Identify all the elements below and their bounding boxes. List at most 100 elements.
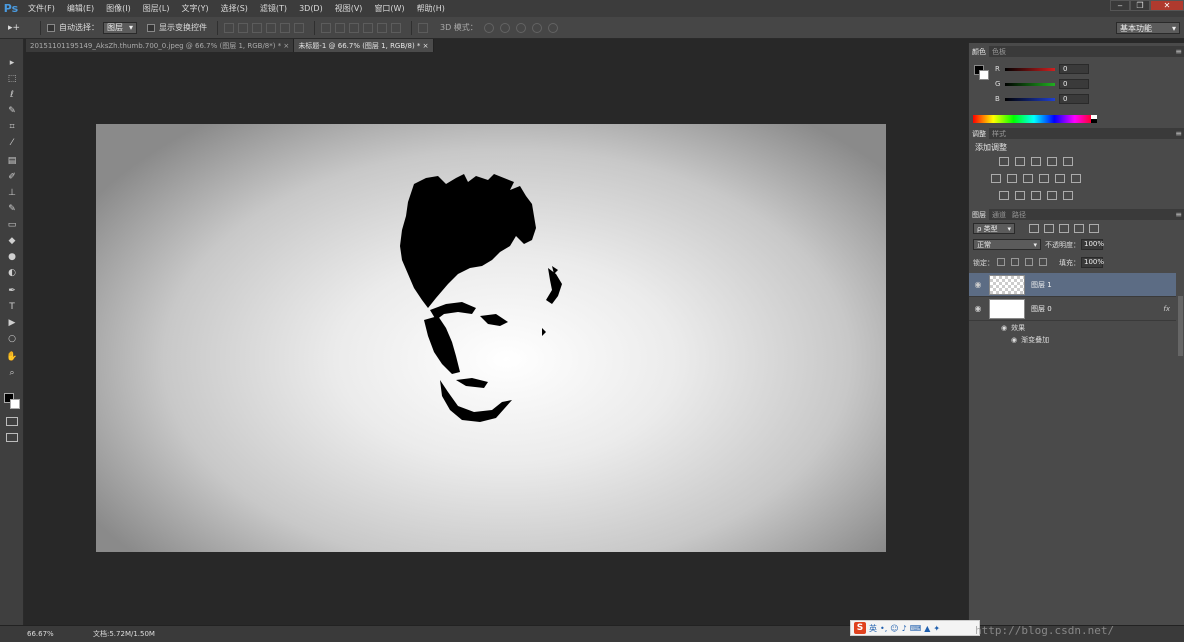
posterize-icon[interactable] [1015,191,1025,200]
distribute-right-icon[interactable] [391,22,402,33]
lock-transparent-icon[interactable] [997,258,1005,266]
channel-mixer-icon[interactable] [1055,174,1065,183]
minimize-button[interactable]: ‒ [1110,0,1130,11]
color-lookup-icon[interactable] [1071,174,1081,183]
menu-window[interactable]: 窗口(W) [368,3,410,14]
distribute-vcenter-icon[interactable] [335,22,346,33]
drag-3d-icon[interactable] [515,22,526,33]
panel-menu-icon[interactable]: ≡ [1175,210,1182,219]
pen-tool-icon[interactable]: ✒ [5,285,19,297]
move-tool-icon[interactable]: ▸ [5,57,19,69]
menu-3d[interactable]: 3D(D) [293,4,329,13]
align-vcenter-icon[interactable] [238,22,249,33]
brush-tool-icon[interactable]: ✐ [5,171,19,183]
auto-select-dropdown[interactable]: 图层 ▾ [103,21,138,34]
green-slider[interactable] [1005,82,1055,86]
color-spectrum-bar[interactable] [973,115,1095,123]
menu-select[interactable]: 选择(S) [215,3,254,14]
lock-all-icon[interactable] [1039,258,1047,266]
slide-3d-icon[interactable] [531,22,542,33]
clone-stamp-tool-icon[interactable]: ⊥ [5,187,19,199]
align-top-icon[interactable] [224,22,235,33]
path-select-tool-icon[interactable]: ▶ [5,317,19,329]
menu-layer[interactable]: 图层(L) [137,3,176,14]
hand-tool-icon[interactable]: ✋ [5,351,19,363]
workspace-switcher[interactable]: 基本功能 ▾ [1116,22,1180,34]
black-white-icon[interactable] [1023,174,1033,183]
background-color-swatch[interactable] [10,399,20,409]
distribute-hcenter-icon[interactable] [377,22,388,33]
ellipse-tool-icon[interactable]: ○ [5,333,19,345]
auto-align-icon[interactable] [418,22,429,33]
distribute-top-icon[interactable] [321,22,332,33]
blur-tool-icon[interactable]: ● [5,251,19,263]
filter-pixel-icon[interactable] [1029,224,1039,233]
hue-saturation-icon[interactable] [991,174,1001,183]
sogou-logo-icon[interactable]: S [854,622,866,634]
roll-3d-icon[interactable] [499,22,510,33]
layer-filter-dropdown[interactable]: ρ 类型 ▾ [973,223,1015,234]
invert-icon[interactable] [999,191,1009,200]
opacity-input[interactable]: 100% [1081,239,1104,250]
healing-brush-tool-icon[interactable]: ▤ [5,155,19,167]
vibrance-icon[interactable] [1063,157,1073,166]
filter-shape-icon[interactable] [1074,224,1084,233]
tab-styles[interactable]: 样式 [989,128,1009,139]
photo-filter-icon[interactable] [1039,174,1049,183]
dodge-tool-icon[interactable]: ◐ [5,267,19,279]
color-balance-icon[interactable] [1007,174,1017,183]
visibility-eye-icon[interactable]: ◉ [969,280,987,289]
zoom-tool-icon[interactable]: ⌕ [5,367,19,379]
exposure-icon[interactable] [1047,157,1057,166]
selective-color-icon[interactable] [1063,191,1073,200]
keyboard-icon[interactable]: ⌨ [910,624,922,633]
eye-icon[interactable]: ◉ [1011,336,1017,344]
ime-language-toggle[interactable]: 英 [869,623,877,634]
blue-value-input[interactable]: 0 [1059,94,1089,104]
layer-row-layer-1[interactable]: ◉ 图层 1 [969,273,1176,297]
eraser-tool-icon[interactable]: ▭ [5,219,19,231]
quick-mask-icon[interactable] [6,417,18,426]
history-brush-tool-icon[interactable]: ✎ [5,203,19,215]
menu-edit[interactable]: 编辑(E) [61,3,100,14]
eyedropper-tool-icon[interactable]: ⁄ [5,137,19,149]
tab-swatches[interactable]: 色板 [989,46,1009,57]
effects-row[interactable]: ◉ 效果 [1001,323,1025,333]
tab-document-2[interactable]: 未标题-1 @ 66.7% (图层 1, RGB/8) * × [294,39,434,52]
curves-icon[interactable] [1031,157,1041,166]
green-value-input[interactable]: 0 [1059,79,1089,89]
blue-slider[interactable] [1005,97,1055,101]
screen-mode-icon[interactable] [6,433,18,442]
layer-row-layer-0[interactable]: ◉ 图层 0 fx [969,297,1176,321]
panel-background-swatch[interactable] [979,70,989,80]
menu-view[interactable]: 视图(V) [329,3,369,14]
tool-preset-picker[interactable]: ▸+ [8,21,34,35]
brightness-icon[interactable] [999,157,1009,166]
menu-file[interactable]: 文件(F) [22,3,61,14]
menu-image[interactable]: 图像(I) [100,3,137,14]
emoji-icon[interactable]: ☺ [890,624,898,633]
align-left-icon[interactable] [266,22,277,33]
skin-icon[interactable]: ▲ [924,624,930,633]
red-slider[interactable] [1005,67,1055,71]
quick-select-tool-icon[interactable]: ✎ [5,105,19,117]
tab-channels[interactable]: 通道 [989,209,1009,220]
menu-filter[interactable]: 滤镜(T) [254,3,293,14]
menu-type[interactable]: 文字(Y) [175,3,214,14]
distribute-left-icon[interactable] [363,22,374,33]
gradient-overlay-row[interactable]: ◉ 渐变叠加 [1011,335,1049,345]
filter-type-icon[interactable] [1059,224,1069,233]
paint-bucket-tool-icon[interactable]: ◆ [5,235,19,247]
auto-select-checkbox[interactable] [47,23,55,32]
close-button[interactable]: ✕ [1150,0,1184,11]
tab-color[interactable]: 颜色 [969,46,989,57]
tab-paths[interactable]: 路径 [1009,209,1029,220]
threshold-icon[interactable] [1031,191,1041,200]
voice-icon[interactable]: ♪ [902,624,907,633]
layers-scrollbar[interactable] [1178,296,1183,356]
lock-image-icon[interactable] [1011,258,1019,266]
tab-layers[interactable]: 图层 [969,209,989,220]
marquee-tool-icon[interactable]: ⬚ [5,73,19,85]
lasso-tool-icon[interactable]: ℓ [5,89,19,101]
filter-adjustment-icon[interactable] [1044,224,1054,233]
